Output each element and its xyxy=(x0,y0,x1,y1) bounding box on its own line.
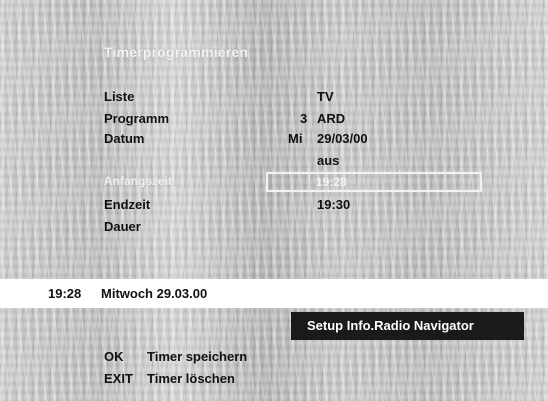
exit-key-label: EXIT xyxy=(104,371,133,386)
label-datum: Datum xyxy=(104,131,145,146)
save-timer-action[interactable]: Timer speichern xyxy=(147,349,247,364)
setup-navigator-label: Setup Info.Radio Navigator xyxy=(307,318,474,333)
label-programm: Programm xyxy=(104,111,170,126)
weekday: Mi xyxy=(288,131,303,146)
value-endzeit[interactable]: 19:30 xyxy=(317,197,350,212)
status-time: 19:28 xyxy=(48,286,82,301)
label-anfangszeit: Anfangszeit xyxy=(104,174,173,188)
value-datum[interactable]: 29/03/00 xyxy=(317,131,368,146)
delete-timer-action[interactable]: Timer löschen xyxy=(147,371,235,386)
label-dauer: Dauer xyxy=(104,219,141,234)
value-programm[interactable]: ARD xyxy=(317,111,345,126)
tv-osd-screen: Timerprogrammieren Liste TV Programm 3 A… xyxy=(0,0,548,401)
value-repeat[interactable]: aus xyxy=(317,153,339,168)
ok-key-label: OK xyxy=(104,349,124,364)
value-anfangszeit: 19:28 xyxy=(316,175,347,189)
label-endzeit: Endzeit xyxy=(104,197,151,212)
status-date: Mitwoch 29.03.00 xyxy=(101,286,208,301)
setup-navigator-button[interactable]: Setup Info.Radio Navigator xyxy=(291,312,524,340)
channel-number: 3 xyxy=(300,111,308,126)
background-noise xyxy=(0,0,548,401)
menu-title: Timerprogrammieren xyxy=(104,44,249,60)
anfangszeit-input[interactable]: 19:28 xyxy=(266,172,482,192)
status-bar: 19:28 Mitwoch 29.03.00 xyxy=(0,279,548,308)
value-liste[interactable]: TV xyxy=(317,89,334,104)
label-liste: Liste xyxy=(104,89,135,104)
